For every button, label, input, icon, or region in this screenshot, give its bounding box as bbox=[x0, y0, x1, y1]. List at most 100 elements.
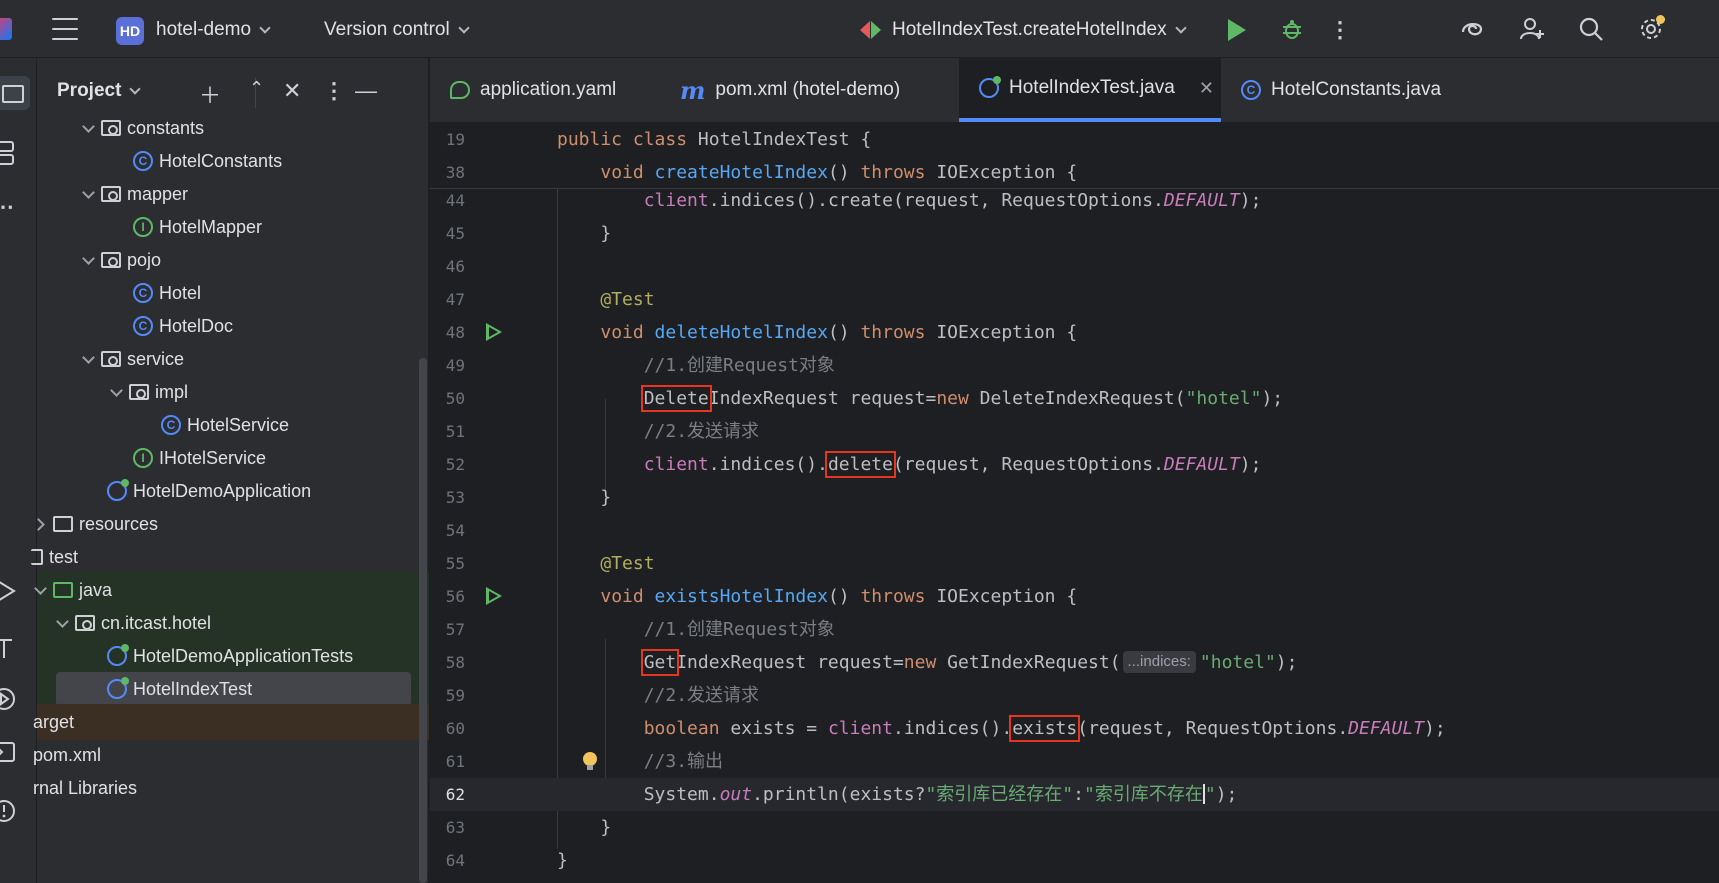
code-line: 49 //1.创建Request对象 bbox=[445, 355, 835, 376]
tree-item[interactable]: rnal Libraries bbox=[33, 770, 429, 806]
tree-item[interactable]: C Hotel bbox=[37, 275, 429, 311]
tab-hotel-constants[interactable]: C HotelConstants.java bbox=[1221, 58, 1471, 122]
hide-panel-icon[interactable]: — bbox=[355, 78, 377, 104]
project-tool-icon[interactable] bbox=[0, 76, 30, 110]
tree-item[interactable]: C HotelConstants bbox=[37, 143, 429, 179]
services-tool-icon[interactable] bbox=[0, 684, 22, 714]
tree-item[interactable]: HotelDemoApplicationTests bbox=[37, 638, 429, 674]
project-tool-window: Project ＋ ⌃ ✕ ⋮ — constants C HotelConsta… bbox=[31, 58, 429, 883]
expand-all-icon[interactable]: ⌃ bbox=[249, 78, 264, 99]
package-folder-icon bbox=[101, 252, 121, 268]
highlight-box: delete bbox=[824, 451, 896, 478]
ide-logo-icon bbox=[0, 18, 12, 40]
tab-hotel-index-test[interactable]: HotelIndexTest.java ✕ bbox=[959, 58, 1221, 122]
close-tab-icon[interactable]: ✕ bbox=[1199, 78, 1214, 99]
title-bar: HD hotel-demo Version control HotelIndex… bbox=[0, 0, 1719, 58]
collapse-arrow-icon[interactable] bbox=[33, 517, 47, 531]
debug-icon[interactable] bbox=[1280, 18, 1304, 42]
tree-item-selected[interactable]: HotelIndexTest bbox=[37, 671, 429, 707]
code-line: 53 } bbox=[445, 487, 612, 508]
test-class-icon bbox=[107, 677, 129, 699]
tab-pom-xml[interactable]: m pom.xml (hotel-demo) bbox=[660, 58, 910, 122]
run-configuration-selector[interactable]: HotelIndexTest.createHotelIndex bbox=[860, 19, 1187, 41]
expand-arrow-icon[interactable] bbox=[81, 253, 95, 267]
code-line: 57 //1.创建Request对象 bbox=[445, 619, 835, 640]
code-line: 64 } bbox=[445, 850, 568, 871]
folder-icon bbox=[31, 549, 43, 565]
structure-tool-icon[interactable] bbox=[0, 138, 22, 168]
class-icon: C bbox=[133, 283, 153, 303]
tree-item[interactable]: java bbox=[37, 572, 429, 608]
tree-item[interactable]: I HotelMapper bbox=[37, 209, 429, 245]
add-user-icon[interactable] bbox=[1518, 15, 1546, 43]
code-line: 60 boolean exists = client.indices().exi… bbox=[445, 715, 1446, 742]
tree-item[interactable]: resources bbox=[37, 506, 429, 542]
code-line: 45 } bbox=[445, 223, 612, 244]
project-badge[interactable]: HD bbox=[116, 17, 144, 45]
project-panel-title: Project bbox=[57, 80, 122, 101]
code-editor[interactable]: 19 public class HotelIndexTest { 38 void… bbox=[430, 123, 1719, 883]
tree-item[interactable]: constants bbox=[37, 110, 429, 146]
main-menu-icon[interactable] bbox=[52, 18, 78, 40]
run-icon[interactable] bbox=[1228, 18, 1250, 42]
tree-item[interactable]: service bbox=[37, 341, 429, 377]
tree-item[interactable]: C HotelDoc bbox=[37, 308, 429, 344]
search-icon[interactable] bbox=[1577, 15, 1605, 43]
highlight-box: exists bbox=[1009, 715, 1081, 742]
tree-item[interactable]: C HotelService bbox=[37, 407, 429, 443]
code-line: 59 //2.发送请求 bbox=[445, 685, 760, 706]
project-view-selector[interactable]: Project bbox=[57, 80, 142, 102]
expand-arrow-icon[interactable] bbox=[81, 121, 95, 135]
tree-item[interactable]: pom.xml bbox=[33, 737, 429, 773]
interface-icon: I bbox=[133, 448, 153, 468]
tree-item[interactable]: mapper bbox=[37, 176, 429, 212]
class-icon: C bbox=[133, 151, 153, 171]
expand-arrow-icon[interactable] bbox=[81, 187, 95, 201]
tab-application-yaml[interactable]: application.yaml bbox=[430, 58, 640, 122]
tree-item[interactable]: pojo bbox=[37, 242, 429, 278]
class-icon: C bbox=[1241, 80, 1261, 100]
package-folder-icon bbox=[129, 384, 149, 400]
chevron-down-icon bbox=[259, 21, 271, 34]
more-actions-icon[interactable]: ⋮ bbox=[1326, 16, 1354, 44]
expand-arrow-icon[interactable] bbox=[55, 616, 69, 630]
run-configuration-label: HotelIndexTest.createHotelIndex bbox=[892, 19, 1167, 40]
terminal-tool-icon[interactable] bbox=[0, 738, 22, 768]
update-badge bbox=[1656, 15, 1665, 24]
tree-item[interactable]: I IHotelService bbox=[37, 440, 429, 476]
new-file-icon[interactable]: ＋ bbox=[199, 78, 221, 110]
tree-scrollbar[interactable] bbox=[419, 358, 427, 883]
collapse-all-icon[interactable]: ✕ bbox=[283, 78, 301, 104]
chevron-down-icon bbox=[129, 82, 142, 95]
expand-arrow-icon[interactable] bbox=[81, 352, 95, 366]
problems-tool-icon[interactable] bbox=[0, 796, 22, 826]
code-line: 63 } bbox=[445, 817, 612, 838]
settings-gear-icon[interactable] bbox=[1637, 15, 1665, 43]
code-line: 52 client.indices().delete(request, Requ… bbox=[445, 451, 1262, 478]
parameter-hint: ...indices: bbox=[1122, 651, 1196, 673]
yaml-file-icon bbox=[450, 81, 470, 99]
expand-arrow-icon[interactable] bbox=[109, 385, 123, 399]
build-tool-icon[interactable] bbox=[0, 632, 22, 662]
test-source-folder-icon bbox=[53, 582, 73, 598]
code-line: 56 void existsHotelIndex() throws IOExce… bbox=[445, 586, 1078, 607]
test-config-icon bbox=[860, 19, 882, 41]
code-line: 51 //2.发送请求 bbox=[445, 421, 760, 442]
interface-icon: I bbox=[133, 217, 153, 237]
tree-item[interactable]: test bbox=[31, 539, 429, 575]
test-class-icon bbox=[979, 76, 1001, 98]
code-line: 61 //3.输出 bbox=[445, 751, 724, 772]
tree-item[interactable]: HotelDemoApplication bbox=[37, 473, 429, 509]
expand-arrow-icon[interactable] bbox=[33, 583, 47, 597]
ai-assistant-icon[interactable] bbox=[1458, 15, 1486, 43]
maven-file-icon: m bbox=[680, 75, 706, 105]
options-menu-icon[interactable]: ⋮ bbox=[323, 78, 345, 104]
tree-item[interactable]: cn.itcast.hotel bbox=[37, 605, 429, 641]
run-tool-icon[interactable] bbox=[0, 576, 22, 606]
project-selector[interactable]: hotel-demo bbox=[156, 19, 271, 41]
tree-item[interactable]: impl bbox=[37, 374, 429, 410]
version-control-menu[interactable]: Version control bbox=[324, 19, 470, 41]
package-folder-icon bbox=[101, 351, 121, 367]
tree-item[interactable]: arget bbox=[33, 704, 429, 740]
more-tools-icon[interactable]: ⋯ bbox=[0, 194, 22, 224]
